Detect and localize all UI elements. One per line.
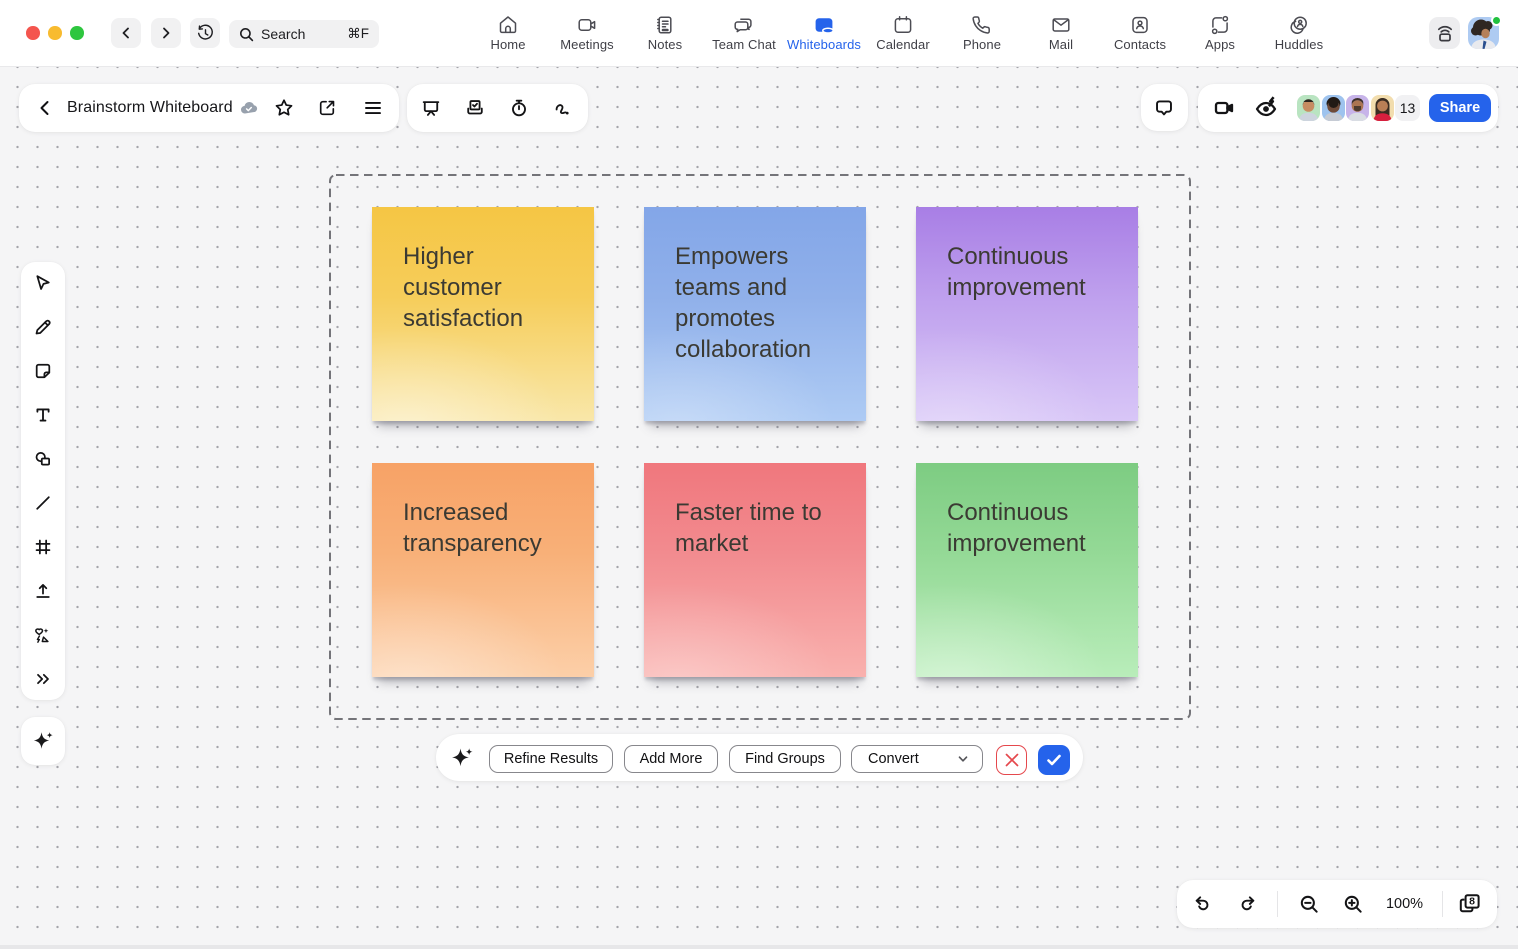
svg-text:8: 8 — [1469, 896, 1475, 908]
